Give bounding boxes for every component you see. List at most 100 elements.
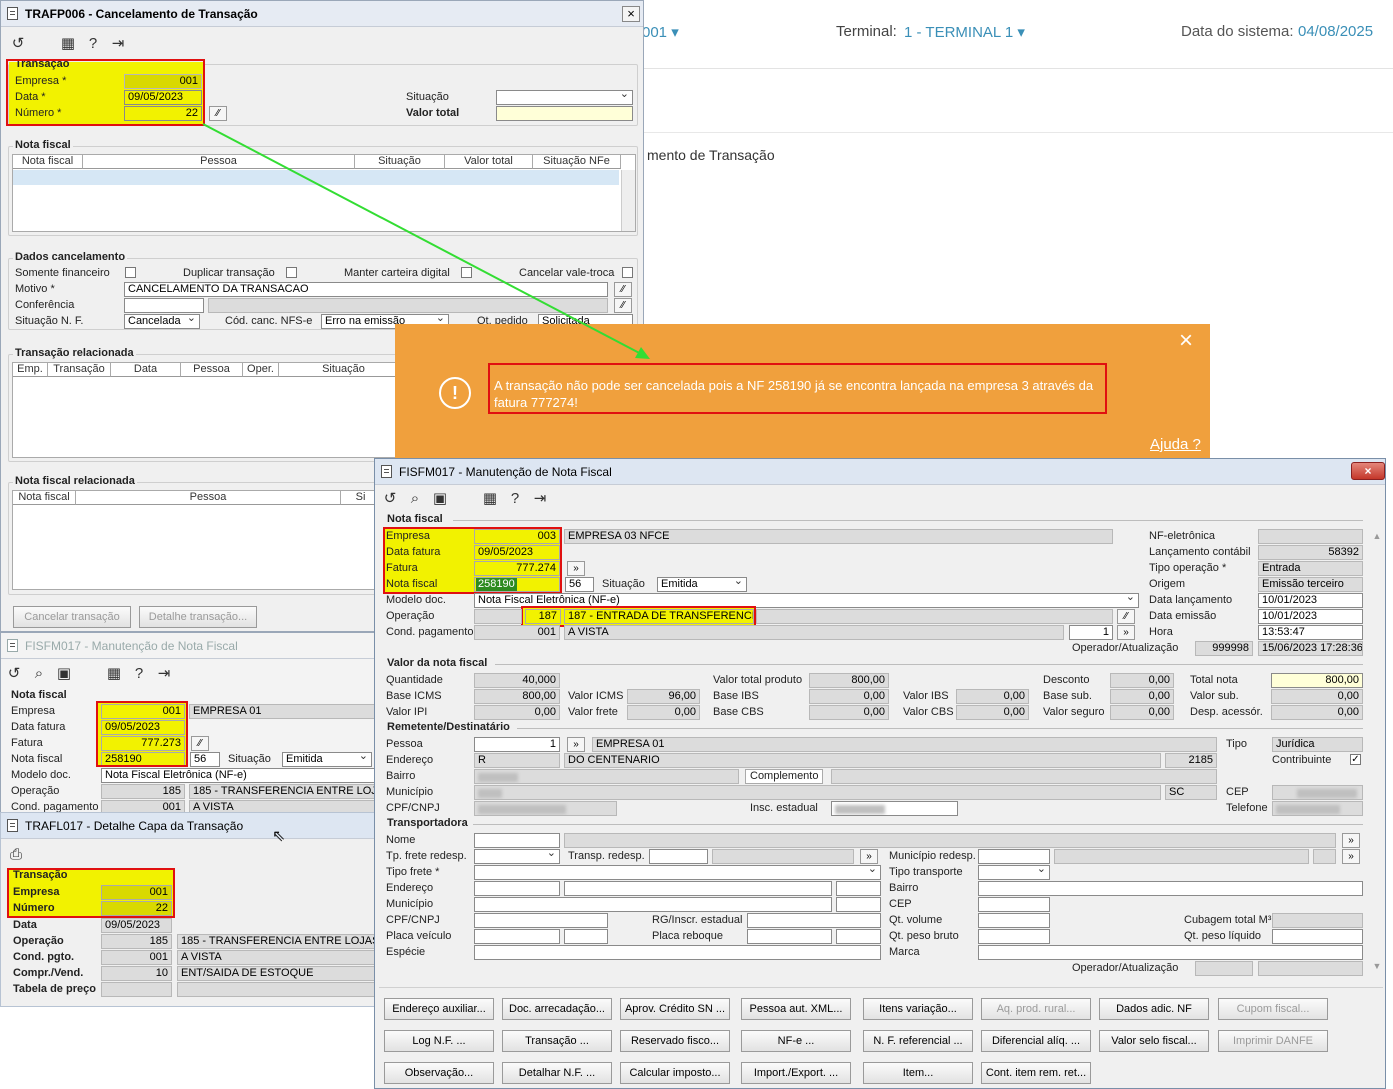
valor-selo-fiscal-button[interactable]: Valor selo fiscal... xyxy=(1099,1030,1209,1052)
bairro-field[interactable] xyxy=(978,881,1363,896)
fatura-lookup-button[interactable]: ⁄⁄ xyxy=(191,736,209,751)
especie-field[interactable] xyxy=(474,945,881,960)
placa-veiculo-field[interactable] xyxy=(474,929,560,944)
qt-peso-liquido-field[interactable] xyxy=(1272,929,1363,944)
data-emissao-field[interactable]: 10/01/2023 xyxy=(1258,609,1363,624)
data-lancamento-field[interactable]: 10/01/2023 xyxy=(1258,593,1363,608)
transa-o-button[interactable]: Transação ... xyxy=(502,1030,612,1052)
diferencial-al-q-button[interactable]: Diferencial alíq. ... xyxy=(981,1030,1091,1052)
cond-parcelas-field[interactable]: 1 xyxy=(1069,625,1113,640)
print-icon[interactable]: ⎙ xyxy=(7,846,25,864)
section-divider xyxy=(453,520,1363,521)
nome-field[interactable] xyxy=(474,833,560,848)
placa-reboque-uf-field[interactable] xyxy=(836,929,881,944)
save-icon[interactable]: ▣ xyxy=(55,665,73,683)
calendar-icon[interactable]: ▦ xyxy=(105,665,123,683)
refresh-icon[interactable]: ↺ xyxy=(5,665,23,683)
terminal-selector[interactable]: 1 - TERMINAL 1 ▾ xyxy=(904,23,1025,41)
search-icon[interactable]: ⌕ xyxy=(406,490,424,508)
placa-veiculo-uf-field[interactable] xyxy=(564,929,608,944)
serie-field[interactable]: 56 xyxy=(190,752,220,767)
marca-field[interactable] xyxy=(978,945,1363,960)
pessoa-field[interactable]: 1 xyxy=(474,737,560,752)
operacao-field[interactable]: 185 xyxy=(101,784,185,799)
import-export-button[interactable]: Import./Export. ... xyxy=(741,1062,851,1084)
transp-redesp-field[interactable] xyxy=(649,849,708,864)
nf-e-button[interactable]: NF-e ... xyxy=(741,1030,851,1052)
endereco-numero-field[interactable] xyxy=(836,881,881,896)
help-link[interactable]: Ajuda ? xyxy=(1150,436,1201,453)
exit-icon[interactable]: ⇥ xyxy=(155,665,173,683)
close-icon[interactable]: × xyxy=(1179,328,1193,354)
search-icon[interactable]: ⌕ xyxy=(30,665,48,683)
complemento-label: Complemento xyxy=(745,769,824,784)
cond-pagamento-field[interactable]: 001 xyxy=(474,625,560,640)
placa-reboque-field[interactable] xyxy=(747,929,832,944)
serie-field[interactable]: 56 xyxy=(565,577,594,592)
reservado-fisco-button[interactable]: Reservado fisco... xyxy=(620,1030,730,1052)
help-icon[interactable]: ? xyxy=(130,665,148,683)
nome-lookup-button[interactable]: » xyxy=(1342,833,1360,848)
endereco-field[interactable] xyxy=(564,881,832,896)
section-divider xyxy=(517,728,1363,729)
situacao-select[interactable]: Emitida xyxy=(657,577,747,592)
operacao-name-field: 185 - TRANSFERENCIA ENTRE LOJAS xyxy=(177,934,375,949)
municipio-uf-field[interactable] xyxy=(836,897,881,912)
municipio-field[interactable] xyxy=(474,897,832,912)
endereco-tipo-field[interactable] xyxy=(474,881,560,896)
cont-item-rem-ret-button[interactable]: Cont. item rem. ret... xyxy=(981,1062,1091,1084)
close-button[interactable]: × xyxy=(1351,462,1385,480)
aprov-cr-dito-sn-button[interactable]: Aprov. Crédito SN ... xyxy=(620,998,730,1020)
fatura-lookup-button[interactable]: » xyxy=(567,561,585,576)
vertical-scrollbar[interactable]: ▲ ▼ xyxy=(1370,519,1384,979)
qt-volume-field[interactable] xyxy=(978,913,1050,928)
col-nota-fiscal[interactable]: Nota fiscal xyxy=(13,491,76,505)
col-pessoa[interactable]: Pessoa xyxy=(76,491,341,505)
exit-icon[interactable]: ⇥ xyxy=(531,490,549,508)
cancelar-transacao-button[interactable]: Cancelar transação xyxy=(13,606,131,628)
endere-o-auxiliar-button[interactable]: Endereço auxiliar... xyxy=(384,998,494,1020)
situacao-select[interactable]: Emitida xyxy=(282,752,372,767)
qt-peso-bruto-field[interactable] xyxy=(978,929,1050,944)
tp-frete-redesp-select[interactable] xyxy=(474,849,560,864)
municipio-redesp-field[interactable] xyxy=(978,849,1050,864)
imprimir-danfe-button[interactable]: Imprimir DANFE xyxy=(1218,1030,1328,1052)
hora-field[interactable]: 13:53:47 xyxy=(1258,625,1363,640)
doc-arrecada-o-button[interactable]: Doc. arrecadação... xyxy=(502,998,612,1020)
tipo-transporte-select[interactable] xyxy=(978,865,1050,880)
save-icon[interactable]: ▣ xyxy=(431,490,449,508)
detalhe-transacao-button[interactable]: Detalhe transação... xyxy=(139,606,257,628)
dados-adic-nf-button[interactable]: Dados adic. NF xyxy=(1099,998,1209,1020)
tipo-frete-select[interactable] xyxy=(474,865,881,880)
contribuinte-checkbox[interactable]: ✓ xyxy=(1350,754,1361,765)
aq-prod-rural-button[interactable]: Aq. prod. rural... xyxy=(981,998,1091,1020)
cupom-fiscal-button[interactable]: Cupom fiscal... xyxy=(1218,998,1328,1020)
municipio-redesp-lookup-button[interactable]: » xyxy=(1342,849,1360,864)
cond-lookup-button[interactable]: » xyxy=(1117,625,1135,640)
item-button[interactable]: Item... xyxy=(863,1062,973,1084)
cpf-cnpj-field[interactable] xyxy=(474,913,608,928)
cpf-cnpj-label: CPF/CNPJ xyxy=(386,914,440,926)
operacao-lookup-button[interactable]: ⁄⁄ xyxy=(1117,609,1135,624)
calendar-icon[interactable]: ▦ xyxy=(481,490,499,508)
bairro-label: Bairro xyxy=(386,770,416,782)
transp-redesp-lookup-button[interactable]: » xyxy=(860,849,878,864)
log-n-f-button[interactable]: Log N.F. ... xyxy=(384,1030,494,1052)
endereco-tipo-field: R xyxy=(474,753,560,768)
rg-inscr-field[interactable] xyxy=(747,913,881,928)
refresh-icon[interactable]: ↺ xyxy=(381,490,399,508)
calcular-imposto-button[interactable]: Calcular imposto... xyxy=(620,1062,730,1084)
n-f-referencial-button[interactable]: N. F. referencial ... xyxy=(863,1030,973,1052)
pessoa-aut-xml-button[interactable]: Pessoa aut. XML... xyxy=(741,998,851,1020)
operador-data-field xyxy=(1258,961,1363,976)
itens-varia-o-button[interactable]: Itens variação... xyxy=(863,998,973,1020)
cep-field[interactable] xyxy=(978,897,1050,912)
total-nota-field: 800,00 xyxy=(1271,673,1363,688)
bairro-label: Bairro xyxy=(889,882,919,894)
help-icon[interactable]: ? xyxy=(506,490,524,508)
observa-o-button[interactable]: Observação... xyxy=(384,1062,494,1084)
pessoa-lookup-button[interactable]: » xyxy=(567,737,585,752)
tipo-transporte-label: Tipo transporte xyxy=(889,866,963,878)
modelo-field[interactable]: Nota Fiscal Eletrônica (NF-e) xyxy=(101,768,375,783)
detalhar-n-f-button[interactable]: Detalhar N.F. ... xyxy=(502,1062,612,1084)
